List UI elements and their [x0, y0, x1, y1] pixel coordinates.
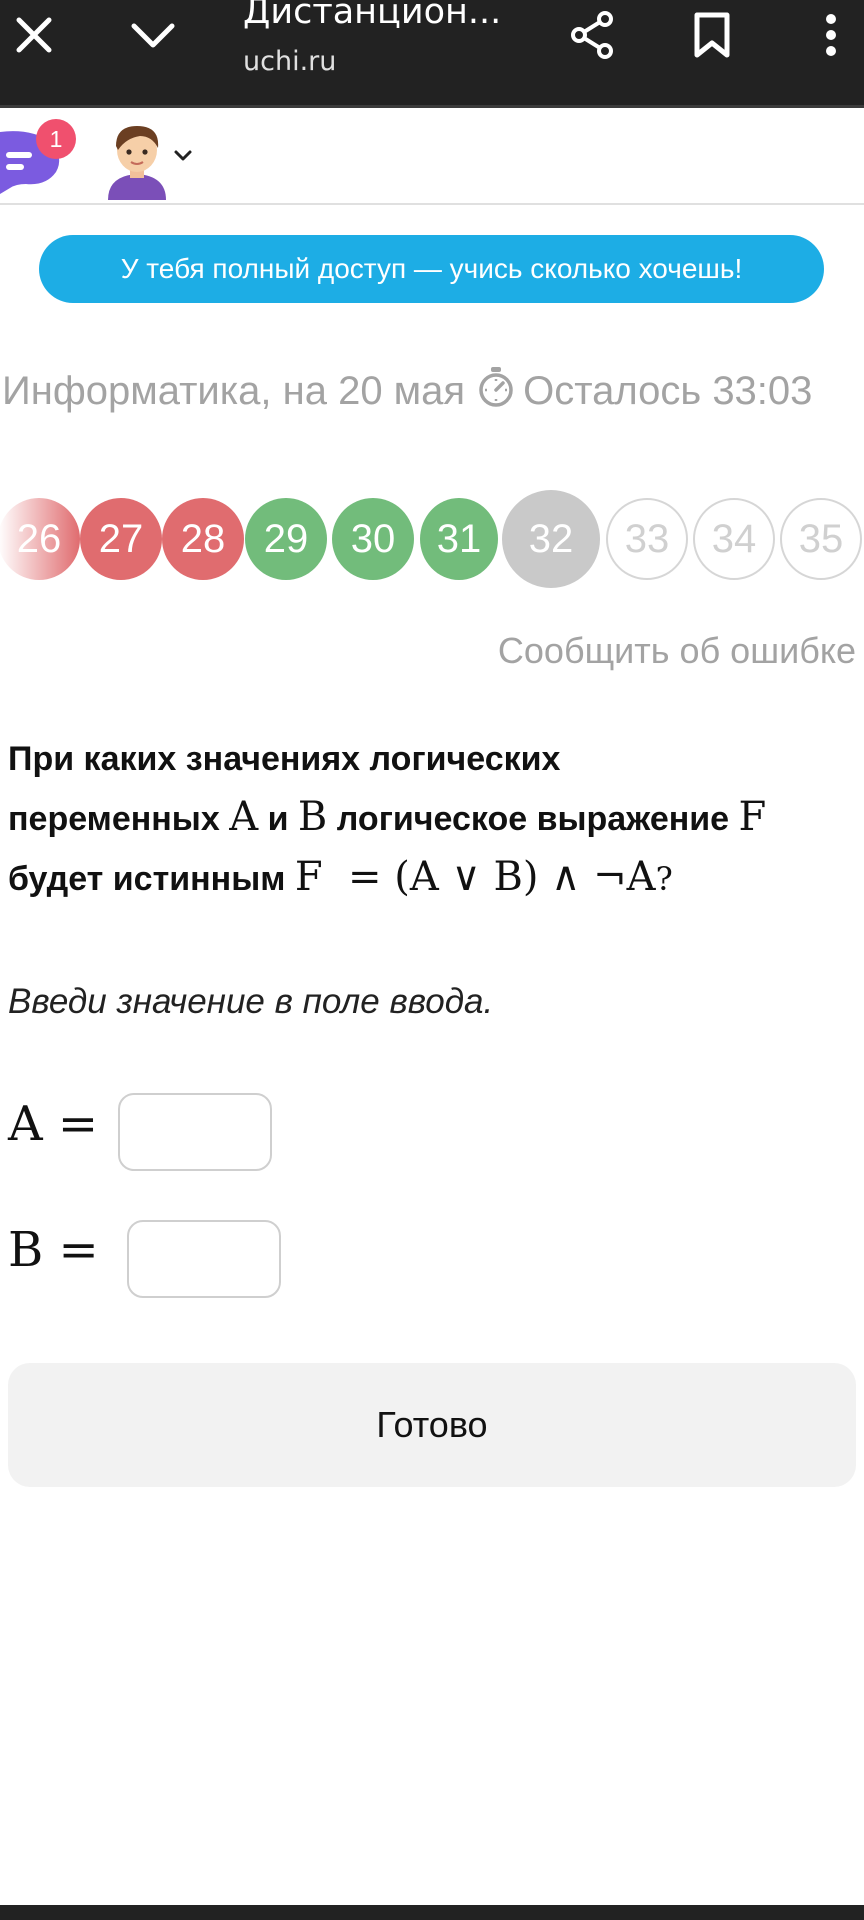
app-header: 1 — [0, 108, 864, 205]
notification-badge: 1 — [36, 119, 76, 159]
done-button[interactable]: Готово — [8, 1363, 856, 1487]
stopwatch-icon — [477, 366, 515, 418]
input-label-a: A = — [8, 1096, 99, 1152]
browser-toolbar: Дистанцион... uchi.ru — [0, 0, 864, 105]
question-mark: ? — [655, 860, 673, 898]
question-nav-item[interactable]: 30 — [332, 498, 414, 580]
full-access-banner[interactable]: У тебя полный доступ — учись сколько хоч… — [39, 235, 824, 303]
question-nav-item-current[interactable]: 32 — [502, 490, 600, 588]
math-formula: F = (A ∨ B) ∧ ¬A — [294, 854, 656, 900]
close-icon[interactable] — [12, 0, 56, 70]
input-a[interactable] — [118, 1093, 272, 1171]
question-nav-item[interactable]: 31 — [420, 498, 498, 580]
question-nav-item[interactable]: 28 — [162, 498, 244, 580]
system-nav-bar — [0, 1905, 864, 1920]
instruction-text: Введи значение в поле ввода. — [8, 982, 494, 1021]
chevron-down-icon[interactable] — [172, 144, 194, 166]
math-var-b: B — [297, 794, 328, 840]
question-nav-item[interactable]: 29 — [245, 498, 327, 580]
question-line: переменных A и B логическое выражение F — [8, 794, 767, 840]
math-var-a: A — [229, 794, 259, 840]
report-error-link[interactable]: Сообщить об ошибке — [498, 630, 856, 672]
input-label-b: B = — [8, 1222, 99, 1278]
page-title: Дистанцион... — [243, 0, 502, 32]
subject-title: Информатика, на 20 мая — [2, 369, 466, 413]
question-nav-item[interactable]: 34 — [693, 498, 775, 580]
question-line: При каких значениях логических — [8, 740, 561, 778]
question-nav-item[interactable]: 26 — [0, 498, 80, 580]
input-b[interactable] — [127, 1220, 281, 1298]
timer-text: Осталось 33:03 — [523, 369, 813, 413]
question-nav: 26 27 28 29 30 31 32 33 34 35 — [0, 490, 864, 590]
bookmark-icon[interactable] — [690, 0, 734, 70]
question-line: будет истинным F = (A ∨ B) ∧ ¬A? — [8, 854, 673, 900]
question-nav-item[interactable]: 27 — [80, 498, 162, 580]
share-icon[interactable] — [568, 0, 618, 70]
subject-line: Информатика, на 20 мая Осталось 33:03 — [2, 366, 862, 418]
question-nav-item[interactable]: 35 — [780, 498, 862, 580]
question-text: При каких значениях логических переменны… — [8, 730, 858, 908]
chevron-down-icon[interactable] — [130, 0, 176, 70]
question-nav-item[interactable]: 33 — [606, 498, 688, 580]
avatar[interactable] — [102, 120, 172, 200]
chat-button[interactable]: 1 — [0, 114, 80, 194]
math-var-f: F — [738, 794, 767, 840]
page-url: uchi.ru — [243, 46, 337, 77]
more-vert-icon[interactable] — [820, 0, 842, 70]
